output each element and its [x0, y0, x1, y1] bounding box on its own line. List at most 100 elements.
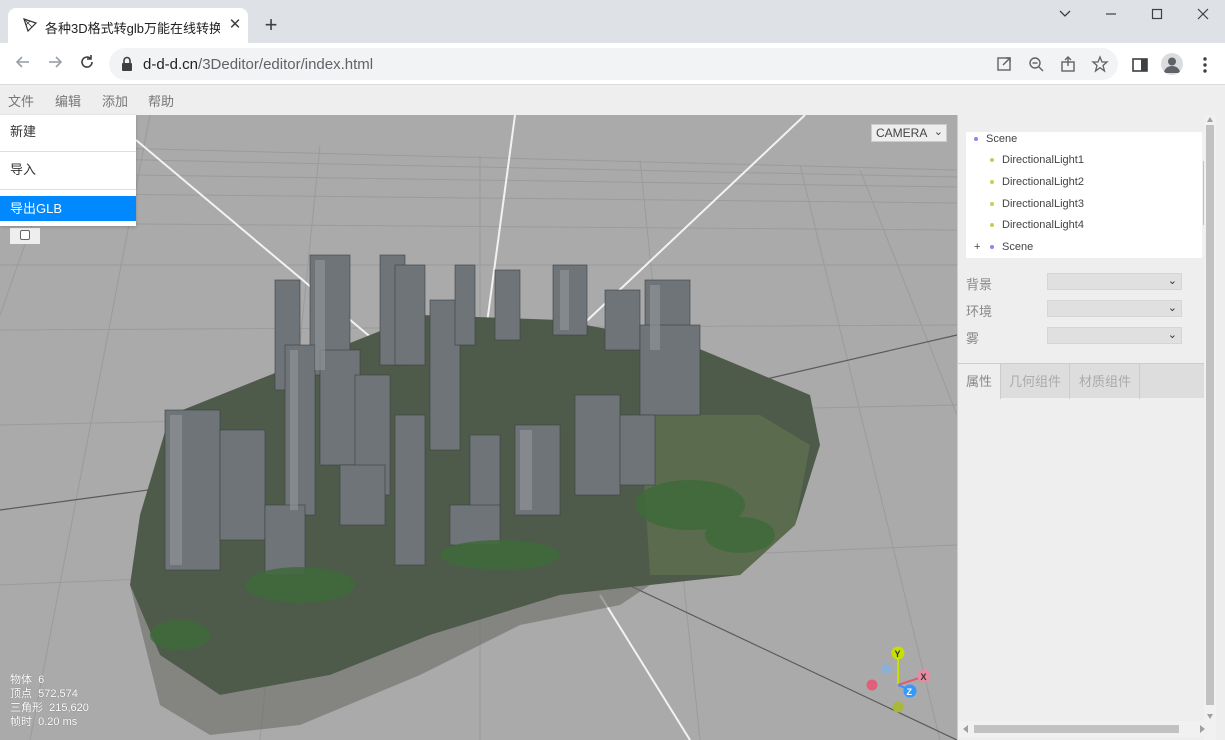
- camera-select-value: CAMERA: [876, 126, 928, 140]
- outliner-item-label: DirectionalLight3: [1002, 198, 1084, 210]
- reload-button[interactable]: [75, 53, 99, 75]
- gizmo-z-label: Z: [907, 687, 913, 697]
- gizmo-neg-x-handle[interactable]: [866, 679, 878, 691]
- expand-icon[interactable]: +: [974, 241, 980, 253]
- address-bar[interactable]: d-d-d.cn/3Deditor/editor/index.html: [109, 48, 1118, 80]
- chevron-down-icon: ⌄: [1167, 275, 1177, 287]
- url-text: d-d-d.cn/3Deditor/editor/index.html: [143, 56, 373, 73]
- info-objects-value: 6: [38, 674, 45, 686]
- chevron-down-icon: ⌄: [1167, 329, 1177, 341]
- background-select[interactable]: ⌄: [1047, 273, 1182, 290]
- back-arrow-icon: [15, 56, 29, 68]
- outliner-item-label: Scene: [986, 133, 1018, 145]
- browser-toolbar: d-d-d.cn/3Deditor/editor/index.html: [0, 43, 1225, 85]
- minimize-button[interactable]: [1096, 5, 1126, 27]
- outliner-item-light2[interactable]: DirectionalLight2: [990, 176, 1084, 188]
- bookmark-star-icon[interactable]: [1091, 55, 1109, 73]
- tab-properties[interactable]: 属性: [958, 364, 1002, 399]
- gizmo-y-label: Y: [895, 649, 901, 659]
- outliner-item-scene[interactable]: Scene: [974, 133, 1017, 145]
- viewport-tool-checkbox[interactable]: [10, 228, 40, 244]
- info-triangles: 三角形 215,620: [10, 701, 89, 715]
- environment-select[interactable]: ⌄: [1047, 300, 1182, 317]
- scene-outliner[interactable]: Scene DirectionalLight1 DirectionalLight…: [966, 132, 1202, 258]
- tab-strip: 各种3D格式转glb万能在线转换器 ✕ +: [0, 0, 1225, 43]
- reload-icon: [81, 55, 93, 68]
- info-objects-label: 物体: [10, 674, 32, 686]
- side-panel-icon[interactable]: [1130, 55, 1150, 75]
- info-vertices-value: 572,574: [38, 688, 78, 700]
- menu-file[interactable]: 文件: [8, 91, 34, 110]
- menu-help[interactable]: 帮助: [148, 91, 174, 110]
- profile-avatar[interactable]: [1161, 53, 1183, 75]
- menu-edit[interactable]: 编辑: [55, 91, 81, 110]
- kebab-menu-icon[interactable]: [1195, 55, 1215, 75]
- scene-icon: [974, 137, 978, 142]
- info-frametime-label: 帧时: [10, 716, 32, 728]
- info-vertices: 顶点 572,574: [10, 687, 89, 701]
- sidebar-horizontal-scrollbar[interactable]: [958, 721, 1210, 737]
- open-in-app-icon[interactable]: [995, 55, 1013, 73]
- outliner-item-label: DirectionalLight1: [1002, 154, 1084, 166]
- back-button[interactable]: [11, 53, 35, 75]
- browser-tab[interactable]: 各种3D格式转glb万能在线转换器 ✕: [8, 8, 248, 43]
- forward-arrow-icon: [49, 56, 63, 68]
- scene-icon: [990, 245, 994, 250]
- 3d-viewport[interactable]: Y X Z: [0, 115, 957, 740]
- scene-render: Y X Z: [0, 115, 957, 740]
- new-tab-button[interactable]: +: [258, 12, 284, 38]
- info-frametime-value: 0.20 ms: [38, 716, 78, 728]
- editor-menubar: 文件 编辑 添加 帮助: [0, 85, 1225, 115]
- tab-geometry[interactable]: 几何组件: [1001, 364, 1071, 399]
- menu-item-import[interactable]: 导入: [0, 155, 136, 185]
- maximize-button[interactable]: [1142, 5, 1172, 27]
- menu-add[interactable]: 添加: [102, 91, 128, 110]
- fog-label: 雾: [966, 331, 980, 346]
- sidebar-vertical-scrollbar[interactable]: [1204, 115, 1216, 740]
- outliner-item-scene-child[interactable]: Scene: [990, 241, 1033, 253]
- fog-select[interactable]: ⌄: [1047, 327, 1182, 344]
- outliner-item-label: DirectionalLight4: [1002, 219, 1084, 231]
- menu-item-new[interactable]: 新建: [0, 117, 136, 147]
- tab-material[interactable]: 材质组件: [1071, 364, 1141, 399]
- forward-button[interactable]: [43, 53, 67, 75]
- camera-select[interactable]: CAMERA ⌄: [871, 124, 947, 142]
- url-path: /3Deditor/editor/index.html: [198, 56, 374, 73]
- menu-item-export-glb[interactable]: 导出GLB: [0, 196, 136, 221]
- outliner-item-light3[interactable]: DirectionalLight3: [990, 198, 1084, 210]
- zoom-icon[interactable]: [1027, 55, 1045, 73]
- info-vertices-label: 顶点: [10, 688, 32, 700]
- lock-icon: [122, 56, 132, 71]
- browser-window: 各种3D格式转glb万能在线转换器 ✕ + d-d-d.cn/3Deditor/…: [0, 0, 1225, 740]
- share-icon[interactable]: [1059, 55, 1077, 73]
- threejs-favicon-icon: [23, 18, 38, 33]
- scene-info: 物体 6 顶点 572,574 三角形 215,620 帧时 0.20 ms: [10, 673, 89, 729]
- gizmo-x-label: X: [921, 672, 927, 682]
- gizmo-neg-z-handle[interactable]: [881, 664, 891, 674]
- info-frametime: 帧时 0.20 ms: [10, 715, 89, 729]
- gizmo-neg-y-handle[interactable]: [892, 701, 904, 713]
- tab-title: 各种3D格式转glb万能在线转换器: [45, 21, 220, 36]
- file-menu-dropdown: 新建 导入 导出GLB: [0, 115, 136, 226]
- chevron-down-icon: ⌄: [1167, 302, 1177, 314]
- info-objects: 物体 6: [10, 673, 89, 687]
- menu-divider: [0, 189, 136, 190]
- checkbox-box[interactable]: [20, 230, 30, 240]
- chevron-down-icon: ⌄: [933, 126, 943, 138]
- tab-search-icon[interactable]: [1050, 5, 1080, 27]
- properties-tabs: 属性 几何组件 材质组件: [958, 363, 1210, 399]
- menu-divider: [0, 151, 136, 152]
- sidebar: Scene DirectionalLight1 DirectionalLight…: [957, 115, 1225, 740]
- tab-close-icon[interactable]: ✕: [226, 16, 244, 34]
- background-label: 背景: [966, 277, 993, 292]
- close-window-button[interactable]: [1188, 5, 1218, 27]
- city-model: [130, 254, 820, 735]
- profile-icon: [1164, 57, 1180, 73]
- light-icon: [990, 158, 994, 163]
- info-triangles-label: 三角形: [10, 702, 43, 714]
- light-icon: [990, 180, 994, 185]
- url-host: d-d-d.cn: [143, 56, 199, 73]
- outliner-item-light1[interactable]: DirectionalLight1: [990, 154, 1084, 166]
- outliner-item-light4[interactable]: DirectionalLight4: [990, 219, 1084, 231]
- axis-gizmo[interactable]: Y X Z: [866, 646, 931, 713]
